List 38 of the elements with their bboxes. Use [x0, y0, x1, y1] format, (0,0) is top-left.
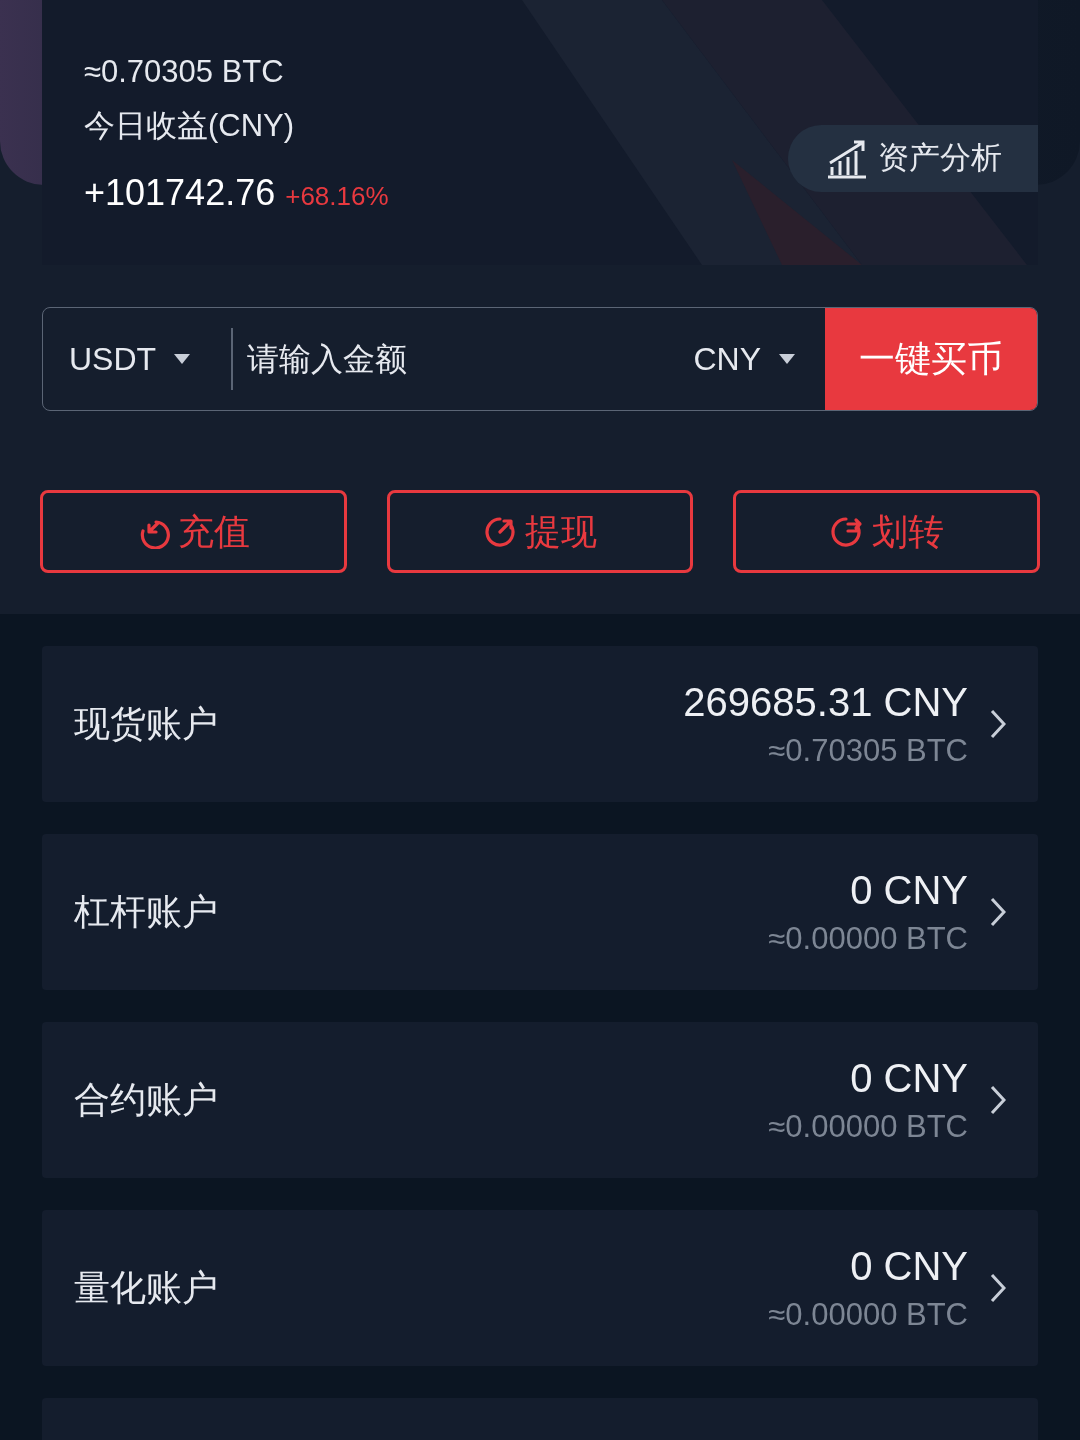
- currency-select[interactable]: CNY: [653, 308, 825, 410]
- coin-select[interactable]: USDT: [43, 308, 231, 410]
- account-btc: ≈0.00000 BTC: [768, 1108, 968, 1146]
- amount-input[interactable]: 请输入金额: [233, 308, 653, 410]
- today-profit-label: 今日收益(CNY): [84, 107, 295, 145]
- account-amount: 269685.31 CNY: [683, 679, 968, 726]
- arrow-circle-icon: [829, 514, 864, 549]
- dropdown-icon: [174, 354, 191, 364]
- deposit-button[interactable]: 充值: [40, 490, 347, 573]
- btc-equivalent: ≈0.70305 BTC: [84, 53, 284, 91]
- buy-button[interactable]: 一键买币: [825, 308, 1037, 410]
- account-card[interactable]: 现货账户 269685.31 CNY ≈0.70305 BTC: [42, 646, 1038, 802]
- account-btc: ≈0.00000 BTC: [768, 1296, 968, 1334]
- today-profit: +101742.76: [84, 171, 276, 215]
- chevron-right-icon: [990, 709, 1006, 739]
- account-name: 合约账户: [74, 1078, 218, 1122]
- account-amount: 0 CNY: [850, 867, 968, 914]
- bar-chart-icon: [826, 138, 868, 179]
- account-amount: 0 CNY: [850, 1055, 968, 1102]
- buy-form[interactable]: USDT 请输入金额 CNY 一键买币: [42, 307, 1038, 411]
- account-card[interactable]: 杠杆账户 0 CNY ≈0.00000 BTC: [42, 834, 1038, 990]
- account-name: 现货账户: [74, 702, 218, 746]
- profit-percent: +68.16%: [285, 180, 389, 213]
- account-name: 量化账户: [74, 1266, 218, 1310]
- account-name: 杠杆账户: [74, 890, 218, 934]
- account-card[interactable]: 量化账户 0 CNY ≈0.00000 BTC: [42, 1210, 1038, 1366]
- withdraw-button[interactable]: 提现: [386, 490, 694, 573]
- chevron-right-icon: [990, 1273, 1006, 1303]
- dropdown-icon: [779, 354, 795, 364]
- arrow-circle-icon: [483, 514, 517, 549]
- account-card[interactable]: 合约账户 0 CNY ≈0.00000 BTC: [42, 1022, 1038, 1178]
- transfer-button[interactable]: 划转: [733, 490, 1040, 573]
- chevron-right-icon: [990, 897, 1006, 927]
- asset-analysis-button[interactable]: 资产分析: [788, 125, 1038, 192]
- chevron-right-icon: [990, 1085, 1006, 1115]
- account-amount: 0 CNY: [850, 1243, 968, 1290]
- account-btc: ≈0.70305 BTC: [768, 732, 968, 770]
- account-btc: ≈0.00000 BTC: [768, 920, 968, 958]
